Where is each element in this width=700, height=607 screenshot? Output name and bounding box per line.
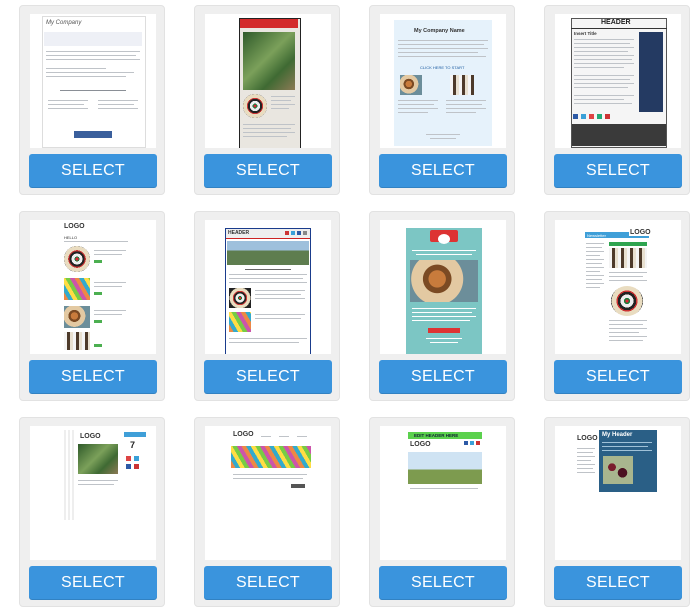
thumb-title: My Company Name — [414, 28, 465, 34]
thumb-header: EDIT HEADER HERE — [414, 433, 459, 438]
select-button[interactable]: SELECT — [29, 566, 157, 600]
thumb-cta: CLICK HERE TO START — [420, 65, 465, 70]
template-thumbnail[interactable]: LOGO 7 — [30, 426, 156, 560]
thumb-header: My Header — [602, 432, 633, 438]
select-button[interactable]: SELECT — [204, 566, 332, 600]
template-thumbnail[interactable] — [380, 220, 506, 354]
select-button[interactable]: SELECT — [204, 154, 332, 188]
template-thumbnail[interactable]: EDIT HEADER HERE LOGO — [380, 426, 506, 560]
select-button[interactable]: SELECT — [554, 360, 682, 394]
thumb-insert-title: Insert Title — [574, 31, 597, 36]
thumb-header: HEADER — [601, 19, 631, 26]
template-thumbnail[interactable] — [205, 14, 331, 148]
template-card[interactable]: SELECT — [194, 5, 340, 195]
thumb-logo: LOGO — [80, 433, 101, 440]
template-thumbnail[interactable]: My Company — [30, 14, 156, 148]
template-grid: My Company SELECT SELECT My Company Name… — [0, 0, 700, 607]
template-card[interactable]: LOGO My Header SELECT — [544, 417, 690, 607]
thumb-date: 7 — [130, 440, 136, 450]
select-button[interactable]: SELECT — [554, 566, 682, 600]
template-card[interactable]: LOGO 7 SELECT — [19, 417, 165, 607]
template-thumbnail[interactable]: HEADER — [205, 220, 331, 354]
select-button[interactable]: SELECT — [379, 566, 507, 600]
thumb-logo: LOGO — [410, 441, 431, 448]
template-card[interactable]: My Company Name CLICK HERE TO START SELE… — [369, 5, 515, 195]
template-card[interactable]: EDIT HEADER HERE LOGO SELECT — [369, 417, 515, 607]
template-thumbnail[interactable]: HEADER Insert Title — [555, 14, 681, 148]
thumb-newsletter: Newsletter — [587, 233, 606, 238]
select-button[interactable]: SELECT — [554, 154, 682, 188]
select-button[interactable]: SELECT — [29, 154, 157, 188]
template-thumbnail[interactable]: LOGO HELLO — [30, 220, 156, 354]
template-card[interactable]: HEADER Insert Title SELECT — [544, 5, 690, 195]
template-thumbnail[interactable]: LOGO My Header — [555, 426, 681, 560]
template-card[interactable]: SELECT — [369, 211, 515, 401]
thumb-title: My Company — [46, 20, 82, 26]
select-button[interactable]: SELECT — [29, 360, 157, 394]
thumb-header: HEADER — [228, 230, 250, 236]
select-button[interactable]: SELECT — [379, 360, 507, 394]
select-button[interactable]: SELECT — [204, 360, 332, 394]
template-card[interactable]: Newsletter LOGO SELECT — [544, 211, 690, 401]
template-card[interactable]: My Company SELECT — [19, 5, 165, 195]
template-card[interactable]: HEADER SELECT — [194, 211, 340, 401]
thumb-logo: LOGO — [577, 435, 598, 442]
thumb-logo: LOGO — [233, 431, 254, 438]
template-card[interactable]: LOGO HELLO SELECT — [19, 211, 165, 401]
select-button[interactable]: SELECT — [379, 154, 507, 188]
template-card[interactable]: LOGO SELECT — [194, 417, 340, 607]
template-thumbnail[interactable]: LOGO — [205, 426, 331, 560]
thumb-logo: LOGO — [64, 223, 85, 230]
thumb-logo: LOGO — [629, 229, 652, 236]
template-thumbnail[interactable]: My Company Name CLICK HERE TO START — [380, 14, 506, 148]
template-thumbnail[interactable]: Newsletter LOGO — [555, 220, 681, 354]
